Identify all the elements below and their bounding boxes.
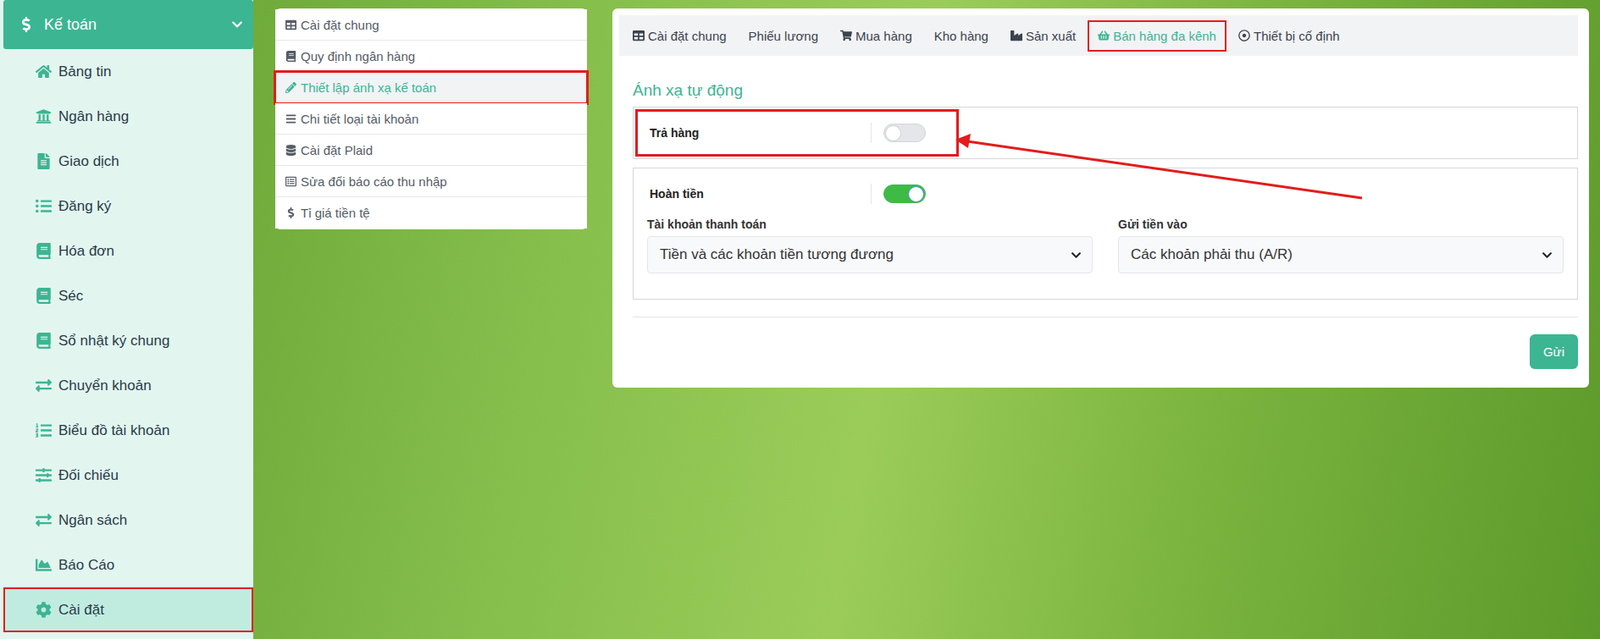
sidebar: Kế toán Bảng tinNgân hàngGiao dịchĐăng ký…	[0, 0, 254, 639]
section-title: Ánh xạ tự động	[632, 81, 1578, 100]
card-body: Ánh xạ tự động Trả hàng Hoàn tiền Tài khoản…	[619, 55, 1578, 370]
sidebar-item[interactable]: Đăng ký	[3, 183, 254, 229]
field-label: Gửi tiền vào	[1118, 217, 1564, 232]
tab[interactable]: Cài đặt chung	[622, 20, 737, 52]
mapping-box: Trả hàng	[632, 106, 1578, 160]
sidebar-item-icon	[35, 287, 52, 305]
mapping-card: Cài đặt chungPhiếu lươngMua hàngKho hàng…	[612, 8, 1589, 388]
settings-menu-item[interactable]: Chi tiết loại tài khoản	[275, 103, 587, 135]
mapping-label: Hoàn tiền	[649, 183, 872, 205]
tab-bar: Cài đặt chungPhiếu lươngMua hàngKho hàng…	[619, 15, 1578, 56]
tab-icon	[1238, 29, 1251, 42]
sidebar-header-label: Kế toán	[44, 16, 222, 34]
tab[interactable]: Phiếu lương	[738, 20, 829, 52]
sidebar-item-icon	[35, 108, 52, 125]
field: Gửi tiền vào Các khoản phải thu (A/R)	[1118, 217, 1564, 274]
mapping-box: Hoàn tiền Tài khoản thanh toán Tiền và các…	[632, 167, 1578, 300]
tab-icon	[840, 29, 853, 42]
submit-button[interactable]: Gửi	[1529, 334, 1578, 370]
sidebar-item-icon	[35, 377, 52, 394]
sidebar-item[interactable]: Sổ nhật ký chung	[3, 318, 254, 364]
sidebar-item[interactable]: Séc	[3, 273, 254, 319]
field-label: Tài khoản thanh toán	[647, 217, 1093, 232]
sidebar-item-icon	[35, 198, 52, 215]
sidebar-item[interactable]: Giao dịch	[3, 138, 254, 184]
chevron-down-icon	[1070, 249, 1082, 261]
menu-item-icon	[285, 19, 297, 31]
settings-menu: Cài đặt chungQuy định ngân hàngThiết lập…	[275, 8, 587, 230]
settings-menu-item[interactable]: Cài đặt Plaid	[275, 134, 587, 167]
sidebar-item-icon	[35, 557, 52, 574]
tab-icon	[1010, 29, 1023, 42]
sidebar-item[interactable]: Bảng tin	[3, 49, 254, 95]
dollar-icon	[18, 16, 34, 33]
sidebar-item-icon	[35, 467, 52, 484]
mapping-fields: Tài khoản thanh toán Tiền và các khoản ti…	[635, 217, 1564, 298]
form-footer: Gửi	[632, 334, 1578, 370]
mapping-row: Hoàn tiền	[635, 170, 959, 218]
sidebar-item-icon	[35, 602, 52, 619]
menu-item-icon	[285, 82, 297, 94]
sidebar-item[interactable]: Đối chiếu	[3, 453, 254, 499]
tab[interactable]: Sản xuất	[1000, 20, 1086, 52]
sidebar-header[interactable]: Kế toán	[3, 0, 254, 50]
menu-item-icon	[285, 113, 297, 125]
mapping-row: Trả hàng	[635, 109, 959, 157]
account-select[interactable]: Tiền và các khoản tiền tương đương	[647, 236, 1093, 274]
sidebar-item[interactable]: Chuyển khoản	[3, 363, 254, 409]
annotation-arrow-icon	[0, 0, 1600, 639]
sidebar-item[interactable]: Hóa đơn	[3, 228, 254, 274]
sidebar-item-icon	[35, 243, 52, 260]
settings-menu-item[interactable]: Thiết lập ánh xạ kế toán	[275, 71, 587, 104]
main-area: Cài đặt chungQuy định ngân hàngThiết lập…	[253, 0, 1600, 639]
sidebar-item[interactable]: Biểu đồ tài khoản	[3, 408, 254, 454]
field: Tài khoản thanh toán Tiền và các khoản ti…	[647, 217, 1093, 274]
toggle-switch[interactable]	[883, 123, 926, 143]
page: Kế toán Bảng tinNgân hàngGiao dịchĐăng ký…	[0, 0, 1600, 639]
settings-menu-item[interactable]: Tỉ giá tiền tệ	[275, 197, 587, 229]
menu-item-icon	[285, 176, 297, 188]
account-select[interactable]: Các khoản phải thu (A/R)	[1118, 236, 1564, 274]
menu-item-icon	[285, 144, 297, 156]
tab[interactable]: Kho hàng	[924, 20, 999, 52]
tab-icon	[1097, 29, 1110, 42]
settings-menu-item[interactable]: Quy định ngân hàng	[275, 40, 587, 72]
mapping-label: Trả hàng	[649, 122, 872, 144]
sidebar-item-icon	[35, 63, 52, 80]
tab-icon	[632, 29, 645, 42]
sidebar-item-icon	[35, 332, 52, 349]
menu-item-icon	[285, 207, 297, 219]
sidebar-item[interactable]: Báo Cáo	[3, 542, 254, 588]
sidebar-item[interactable]: Cài đặt	[3, 587, 254, 633]
chevron-down-icon	[231, 18, 244, 31]
tab[interactable]: Bán hàng đa kênh	[1087, 20, 1227, 52]
sidebar-item[interactable]: Ngân sách	[3, 498, 254, 543]
tab[interactable]: Mua hàng	[830, 20, 923, 52]
tab[interactable]: Thiết bị cố định	[1228, 20, 1351, 52]
menu-item-icon	[285, 50, 297, 62]
settings-menu-item[interactable]: Cài đặt chung	[275, 9, 587, 41]
toggle-switch[interactable]	[883, 184, 926, 204]
sidebar-item-icon	[35, 422, 52, 439]
settings-menu-item[interactable]: Sửa đổi báo cáo thu nhập	[275, 166, 587, 198]
divider	[632, 316, 1578, 318]
sidebar-item-icon	[35, 153, 52, 170]
sidebar-item-icon	[35, 512, 52, 529]
chevron-down-icon	[1541, 249, 1553, 261]
sidebar-item[interactable]: Ngân hàng	[3, 94, 254, 139]
